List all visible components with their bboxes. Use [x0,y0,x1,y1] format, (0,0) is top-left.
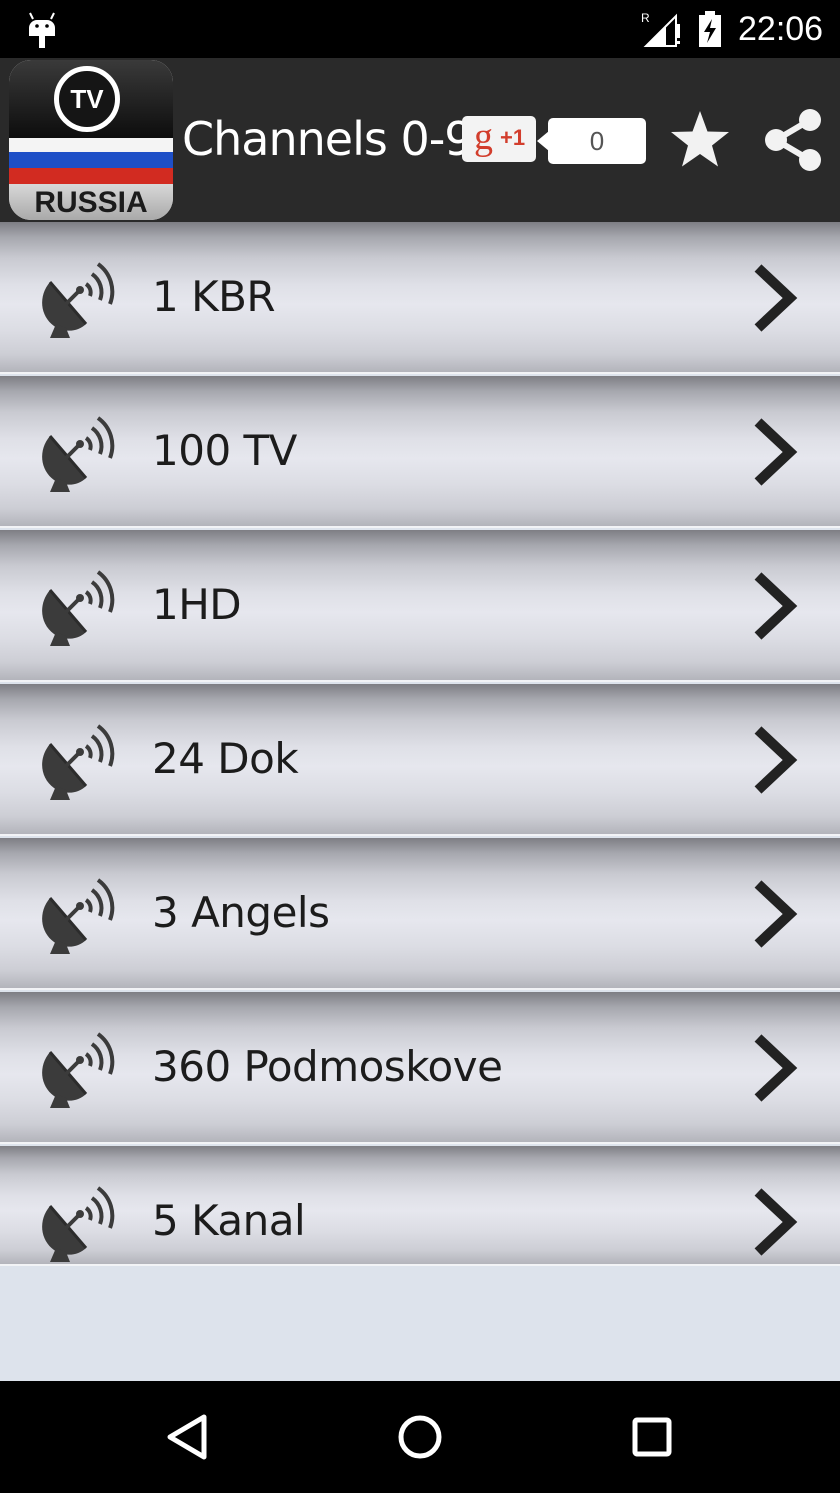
gplus-label: +1 [500,125,526,150]
satellite-dish-icon [40,878,115,956]
chevron-right-icon [748,570,802,642]
android-icon [29,12,55,48]
channel-name: 1 KBR [152,272,276,321]
satellite-dish-icon [40,262,115,340]
satellite-dish-icon [40,1032,115,1110]
satellite-dish-icon [40,1186,115,1264]
flag-stripe-blue [9,152,173,168]
channel-name: 100 TV [152,426,297,475]
home-icon[interactable] [390,1407,450,1467]
roaming-indicator: R [641,11,650,25]
channel-item[interactable]: 1HD [0,530,840,680]
channel-item[interactable]: 3 Angels [0,838,840,988]
satellite-dish-icon [40,570,115,648]
flag-stripe-red [9,168,173,184]
channel-list: 1 KBR 100 TV 1HD 24 Dok 3 Angels 360 Pod… [0,222,840,1268]
flag-stripe-white [9,138,173,152]
channel-name: 360 Podmoskove [152,1042,503,1091]
chevron-right-icon [748,1032,802,1104]
satellite-dish-icon [40,724,115,802]
page-title: Channels 0-9 [182,112,474,166]
back-icon[interactable] [158,1407,218,1467]
navigation-bar [0,1381,840,1493]
chevron-right-icon [748,878,802,950]
recents-icon[interactable] [622,1407,682,1467]
share-icon[interactable] [762,108,826,172]
tv-badge: TV [54,66,120,132]
battery-charging-icon [699,11,721,47]
channel-item[interactable]: 24 Dok [0,684,840,834]
chevron-right-icon [748,416,802,488]
chevron-right-icon [748,724,802,796]
signal-icon: R [641,11,680,47]
chevron-right-icon [748,1186,802,1258]
channel-item[interactable]: 100 TV [0,376,840,526]
channel-item[interactable]: 5 Kanal [0,1146,840,1264]
logo-text: RUSSIA [34,186,148,219]
channel-name: 24 Dok [152,734,299,783]
gplus-g-icon: g [474,116,493,158]
channel-name: 3 Angels [152,888,330,937]
channel-name: 5 Kanal [152,1196,306,1245]
gplus-button[interactable]: g +1 [462,116,536,162]
satellite-dish-icon [40,416,115,494]
channel-item[interactable]: 1 KBR [0,222,840,372]
chevron-right-icon [748,262,802,334]
channel-name: 1HD [152,580,242,629]
channel-item[interactable]: 360 Podmoskove [0,992,840,1142]
status-bar: R 22:06 [0,0,840,58]
status-clock: 22:06 [738,10,824,48]
app-logo[interactable]: TV RUSSIA [9,60,173,220]
star-icon[interactable] [668,108,732,172]
gplus-count: 0 [548,118,646,164]
